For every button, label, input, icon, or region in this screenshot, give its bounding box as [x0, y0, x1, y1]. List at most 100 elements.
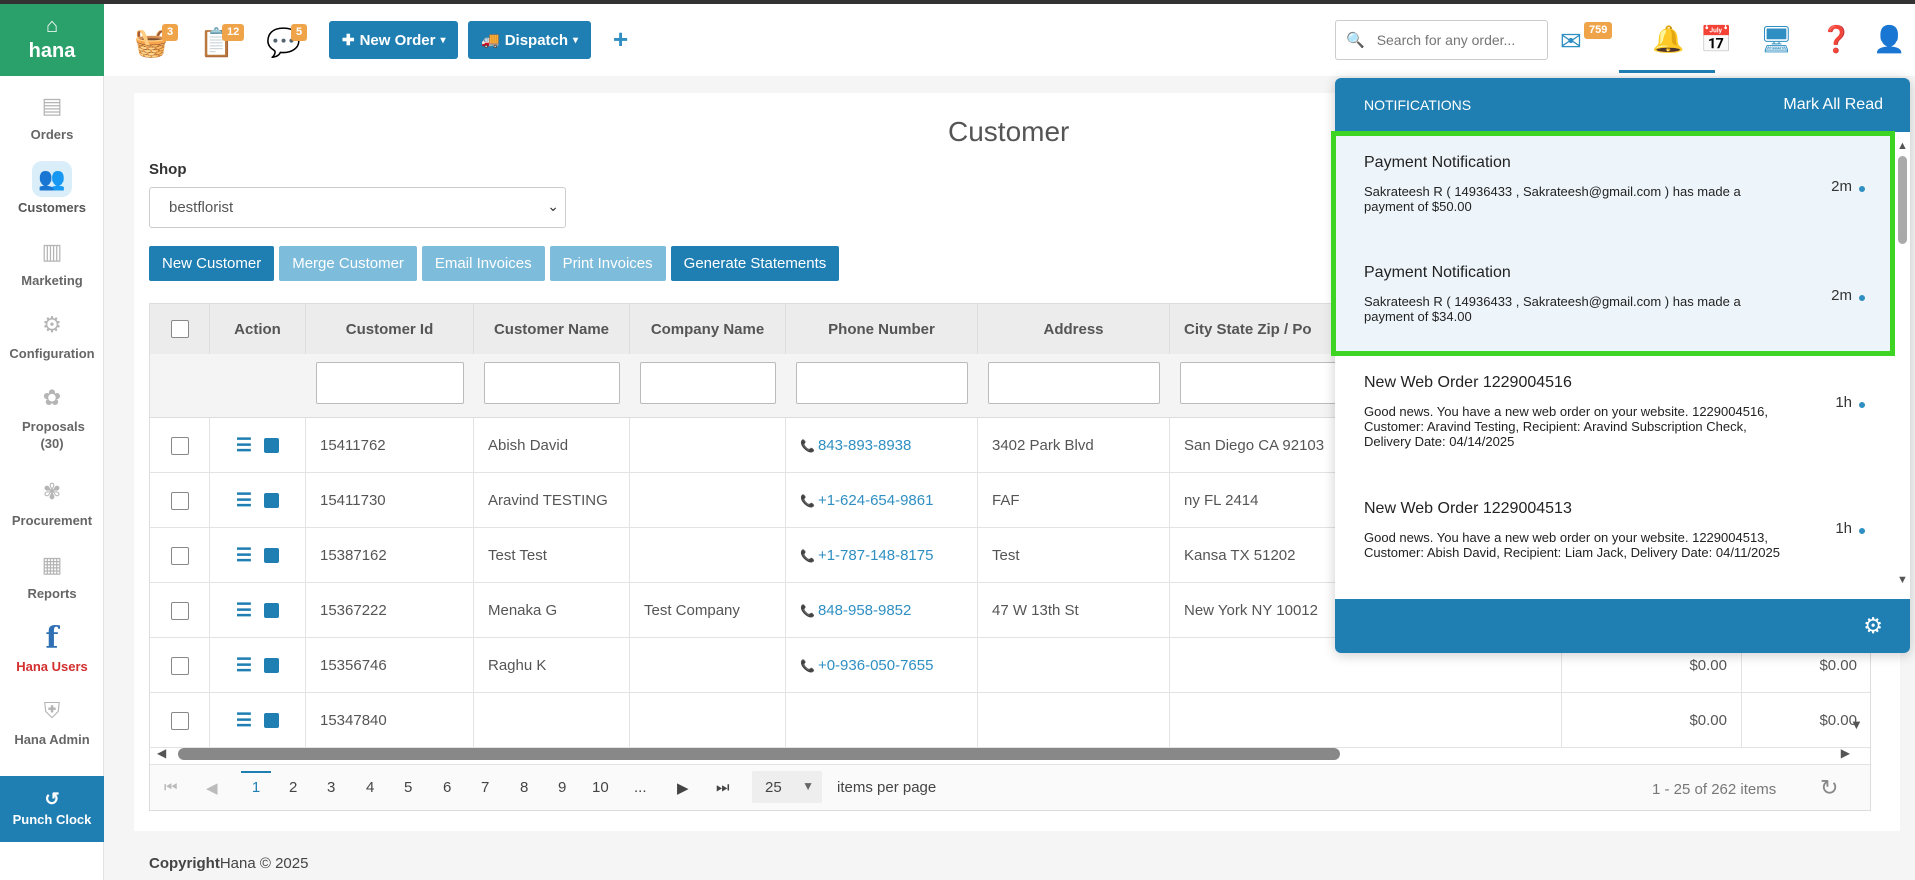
notification-item[interactable]: New Web Order 1229004516 Good news. You … [1335, 352, 1895, 478]
page-button[interactable]: 2 [289, 779, 297, 796]
row-checkbox[interactable] [170, 491, 189, 510]
column-header[interactable]: Customer Name [474, 304, 630, 354]
row-checkbox[interactable] [170, 711, 189, 730]
gear-icon[interactable]: ⚙ [1863, 613, 1883, 639]
sidebar-item-orders[interactable]: ▤ Orders [0, 76, 104, 149]
city-text: San Diego CA 92103 [1184, 437, 1325, 454]
menu-icon[interactable]: ☰ [236, 545, 252, 566]
page-button[interactable]: 10 [592, 779, 609, 796]
note-icon[interactable] [264, 493, 280, 508]
phone-link[interactable]: 📞 +1-787-148-8175 [800, 547, 933, 564]
column-header[interactable]: Phone Number [786, 304, 978, 354]
merge-customer-button[interactable]: Merge Customer [279, 246, 417, 281]
scroll-down-icon[interactable]: ▼ [1897, 574, 1908, 586]
note-icon[interactable] [264, 603, 280, 618]
generate-statements-button[interactable]: Generate Statements [670, 246, 840, 281]
shop-select[interactable]: bestflorist ⌄ [149, 187, 566, 228]
page-button[interactable]: 9 [558, 779, 566, 796]
column-header[interactable]: Address [978, 304, 1170, 354]
sidebar-item-procurement[interactable]: ✾ Procurement [0, 462, 104, 535]
new-order-button[interactable]: ✚ New Order ▾ [329, 21, 459, 59]
scroll-up-icon[interactable]: ▲ [1897, 140, 1908, 152]
mail-icon[interactable]: ✉ [1560, 26, 1582, 57]
note-icon[interactable] [264, 438, 280, 453]
print-invoices-button[interactable]: Print Invoices [549, 246, 666, 281]
select-all-checkbox[interactable] [170, 320, 189, 338]
sidebar-item-configuration[interactable]: ⚙ Configuration [0, 295, 104, 368]
scroll-left-icon[interactable]: ◀ [157, 746, 166, 760]
user-icon[interactable]: 👤 [1873, 24, 1905, 55]
row-checkbox[interactable] [170, 546, 189, 565]
punch-clock-button[interactable]: ↺ Punch Clock [0, 776, 104, 842]
monitor-icon[interactable]: 🖥 [1760, 24, 1793, 55]
filter-phone-number[interactable] [796, 362, 968, 404]
refresh-icon[interactable]: ↻ [1820, 775, 1838, 801]
home-logo[interactable]: ⌂ hana [0, 4, 104, 76]
row-checkbox[interactable] [170, 601, 189, 620]
add-icon[interactable]: + [613, 24, 628, 55]
calendar-icon[interactable]: 📅 [1700, 24, 1732, 55]
chat-badge: 5 [291, 24, 308, 41]
order-search[interactable]: 🔍 [1335, 20, 1548, 60]
page-button[interactable]: 5 [404, 779, 412, 796]
note-icon[interactable] [264, 713, 280, 728]
next-page-icon[interactable]: ▶ [677, 779, 689, 797]
menu-icon[interactable]: ☰ [236, 600, 252, 621]
scroll-down-icon[interactable]: ▼ [1850, 717, 1863, 732]
menu-icon[interactable]: ☰ [236, 655, 252, 676]
row-checkbox[interactable] [170, 436, 189, 455]
page-button[interactable]: 4 [366, 779, 374, 796]
phone-link[interactable]: 📞 843-893-8938 [800, 437, 911, 454]
bell-icon[interactable]: 🔔 [1652, 24, 1684, 55]
page-button[interactable]: ... [634, 779, 647, 796]
table-row[interactable]: ☰ 15347840 $0.00 $0.00 [150, 693, 1870, 748]
search-input[interactable] [1376, 32, 1537, 48]
phone-link[interactable]: 📞 +0-936-050-7655 [800, 657, 933, 674]
phone-link[interactable]: 📞 848-958-9852 [800, 602, 911, 619]
column-header[interactable]: Action [210, 304, 306, 354]
page-button[interactable]: 6 [443, 779, 451, 796]
menu-icon[interactable]: ☰ [236, 490, 252, 511]
dispatch-button[interactable]: 🚚 Dispatch ▾ [468, 21, 592, 59]
sidebar-item-proposals[interactable]: ✿ Proposals (30) [0, 368, 104, 462]
menu-icon[interactable]: ☰ [236, 710, 252, 731]
page-button[interactable]: 3 [327, 779, 335, 796]
filter-address[interactable] [988, 362, 1160, 404]
notification-item[interactable]: Payment Notification Sakrateesh R ( 1493… [1335, 132, 1895, 242]
scroll-thumb[interactable] [1898, 156, 1907, 244]
notifications-scrollbar[interactable]: ▲ ▼ [1895, 140, 1910, 595]
column-header[interactable]: Customer Id [306, 304, 474, 354]
note-icon[interactable] [264, 548, 280, 563]
sidebar-item-reports[interactable]: ▦ Reports [0, 535, 104, 608]
scroll-thumb[interactable] [178, 748, 1340, 760]
sidebar-item-hana-users[interactable]: f Hana Users [0, 608, 104, 681]
notification-item[interactable]: Payment Notification Sakrateesh R ( 1493… [1335, 242, 1895, 352]
note-icon[interactable] [264, 658, 280, 673]
new-customer-button[interactable]: New Customer [149, 246, 275, 281]
column-header[interactable]: Company Name [630, 304, 786, 354]
page-button[interactable]: 8 [520, 779, 528, 796]
notification-text: Sakrateesh R ( 14936433 , Sakrateesh@gma… [1364, 294, 1741, 324]
filter-customer-name[interactable] [484, 362, 620, 404]
sidebar-item-hana-admin[interactable]: ⛨ Hana Admin [0, 681, 104, 754]
menu-icon[interactable]: ☰ [236, 435, 252, 456]
items-per-page-select[interactable]: 25 ▼ [752, 771, 822, 803]
filter-company-name[interactable] [640, 362, 776, 404]
help-icon[interactable]: ❓ [1820, 24, 1852, 55]
email-invoices-button[interactable]: Email Invoices [421, 246, 545, 281]
phone-link[interactable]: 📞 +1-624-654-9861 [800, 492, 933, 509]
mark-all-read-link[interactable]: Mark All Read [1783, 96, 1883, 114]
sidebar-item-marketing[interactable]: ▥ Marketing [0, 222, 104, 295]
horizontal-scrollbar[interactable]: ◀ ▶ [150, 744, 1870, 760]
scroll-right-icon[interactable]: ▶ [1841, 746, 1850, 760]
page-button[interactable]: 1 [241, 771, 271, 796]
page-button[interactable]: 7 [481, 779, 489, 796]
notification-item[interactable]: New Web Order 1229004513 Good news. You … [1335, 478, 1895, 599]
sidebar-item-customers[interactable]: 👥 Customers [0, 149, 104, 222]
last-page-icon[interactable]: ⏭ [716, 779, 730, 796]
row-checkbox[interactable] [170, 656, 189, 675]
first-page-icon[interactable]: ⏮ [164, 779, 178, 796]
filter-customer-id[interactable] [316, 362, 464, 404]
action-cell: ☰ [210, 583, 306, 638]
prev-page-icon[interactable]: ◀ [206, 779, 218, 797]
